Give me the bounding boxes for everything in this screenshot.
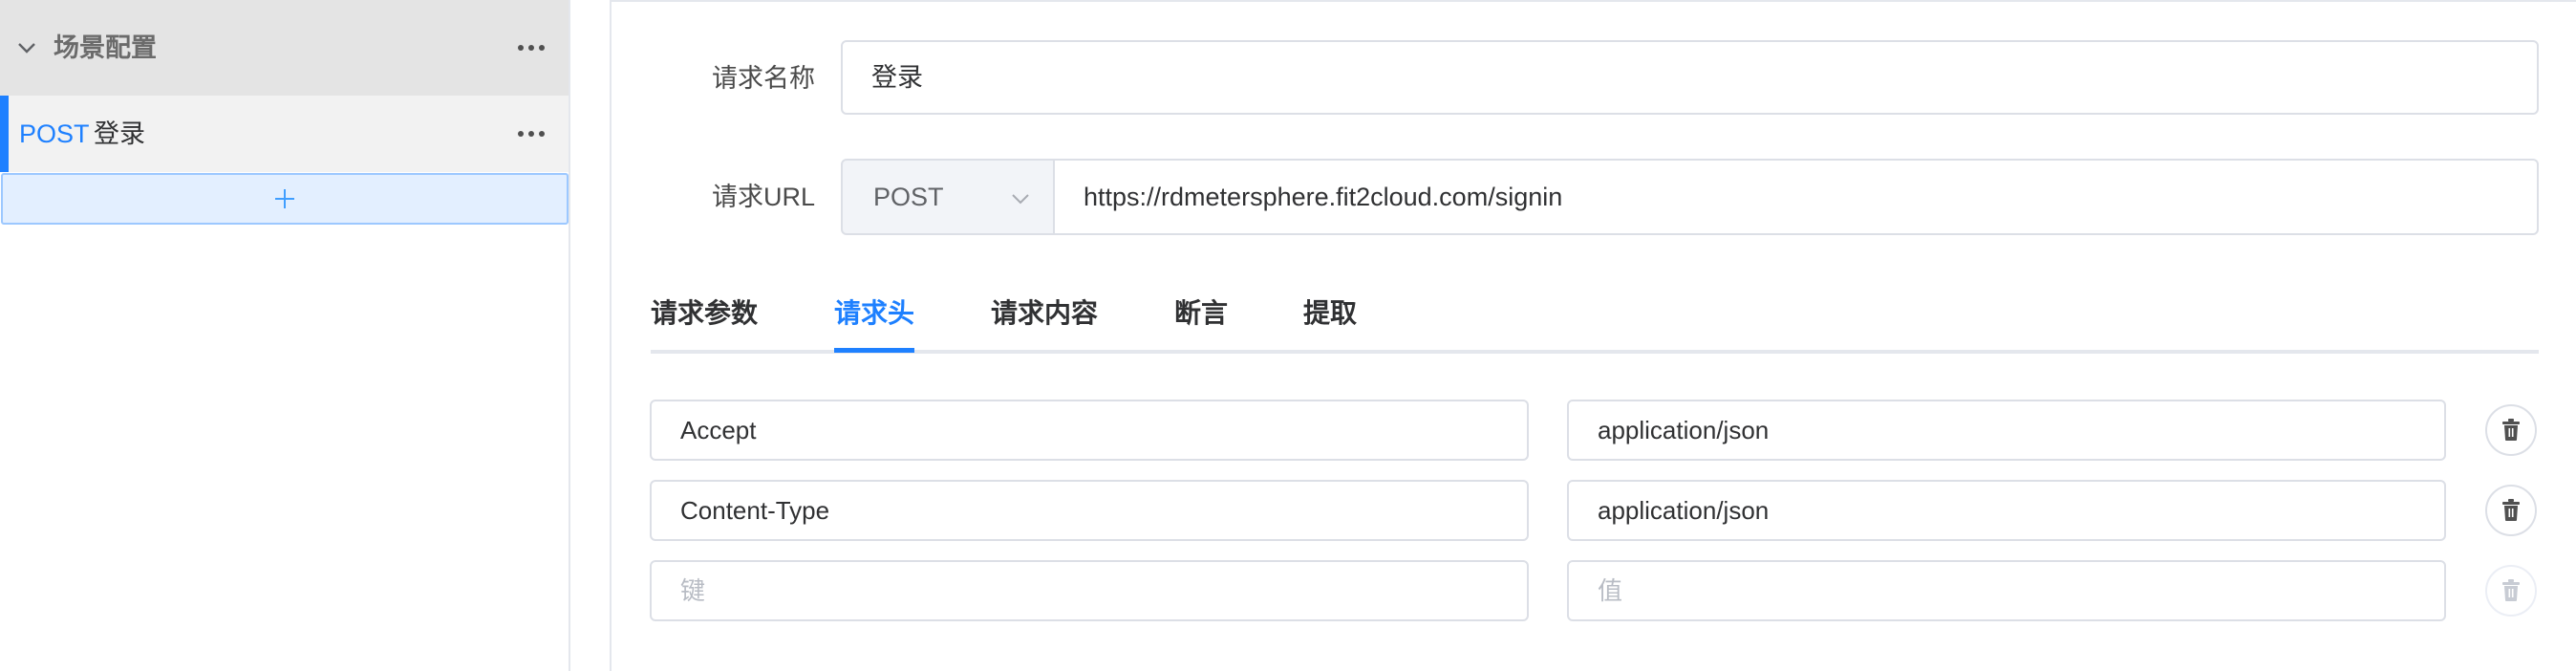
scenario-header[interactable]: 场景配置 — [0, 0, 569, 96]
trash-icon — [2502, 579, 2520, 601]
scenario-sidebar: 场景配置 POST 登录 — [0, 0, 570, 671]
delete-header-button-disabled — [2485, 565, 2537, 617]
chevron-down-icon[interactable] — [15, 36, 38, 59]
chevron-down-icon — [1012, 194, 1029, 205]
trash-icon — [2502, 419, 2520, 441]
app-root: 场景配置 POST 登录 请求名称 登录 请求URL POST https://… — [0, 0, 2576, 671]
header-value-input[interactable]: application/json — [1567, 400, 2446, 461]
scenario-title: 场景配置 — [54, 33, 157, 62]
method-select[interactable]: POST — [841, 159, 1055, 235]
more-icon[interactable] — [518, 43, 545, 53]
request-item[interactable]: POST 登录 — [0, 96, 569, 172]
request-name-input[interactable]: 登录 — [841, 40, 2539, 115]
request-method: POST — [19, 119, 90, 148]
tab-assertions[interactable]: 断言 — [1174, 294, 1228, 333]
delete-header-button[interactable] — [2485, 485, 2537, 536]
tabs-divider — [651, 350, 2539, 354]
new-header-value-input[interactable]: 值 — [1567, 560, 2446, 621]
more-icon[interactable] — [518, 129, 545, 139]
tab-extract[interactable]: 提取 — [1303, 294, 1357, 333]
request-url-label: 请求URL — [712, 183, 816, 211]
header-key-input[interactable]: Accept — [650, 400, 1529, 461]
new-header-key-input[interactable]: 键 — [650, 560, 1529, 621]
selected-indicator — [0, 96, 9, 172]
trash-icon — [2502, 499, 2520, 521]
header-key-input[interactable]: Content-Type — [650, 480, 1529, 541]
header-value-input[interactable]: application/json — [1567, 480, 2446, 541]
request-name: 登录 — [94, 119, 145, 148]
url-input[interactable]: https://rdmetersphere.fit2cloud.com/sign… — [1055, 159, 2539, 235]
request-tabs: 请求参数 请求头 请求内容 断言 提取 — [651, 287, 2539, 354]
tab-headers[interactable]: 请求头 — [834, 294, 914, 333]
add-request-button[interactable] — [1, 173, 569, 225]
plus-icon — [275, 189, 294, 208]
request-name-label: 请求名称 — [712, 64, 815, 93]
delete-header-button[interactable] — [2485, 404, 2537, 456]
method-select-value: POST — [873, 183, 944, 211]
tab-body[interactable]: 请求内容 — [991, 294, 1098, 333]
active-tab-indicator — [834, 348, 914, 353]
tab-params[interactable]: 请求参数 — [651, 294, 758, 333]
